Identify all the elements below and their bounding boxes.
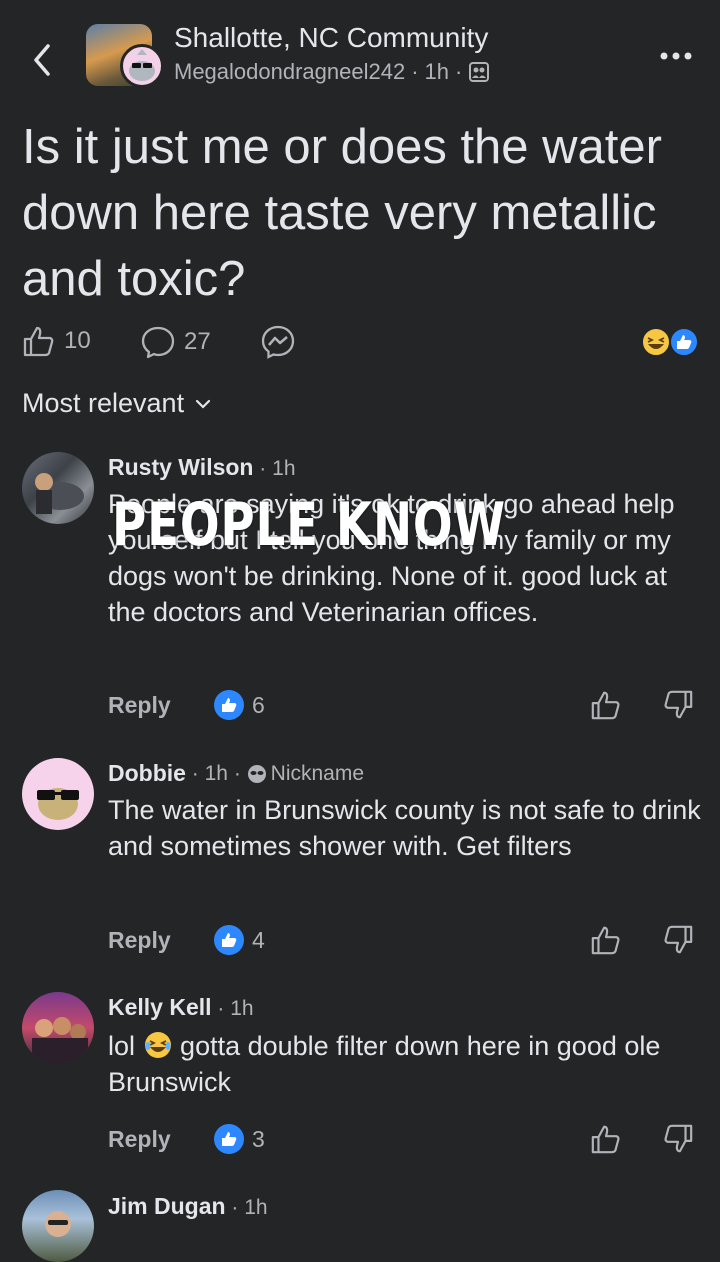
comment-text: The water in Brunswick county is not saf…	[108, 795, 701, 861]
post-time: 1h	[424, 59, 450, 84]
back-button[interactable]	[28, 40, 58, 80]
reaction-summary[interactable]	[640, 326, 700, 358]
comment-time: 1h	[230, 997, 254, 1020]
like-count: 10	[64, 327, 91, 354]
messenger-icon	[261, 325, 295, 359]
downvote-button[interactable]	[662, 1123, 694, 1155]
share-messenger-button[interactable]	[260, 324, 296, 360]
sort-dropdown[interactable]: Most relevant	[22, 388, 212, 419]
reply-button[interactable]: Reply	[108, 927, 171, 954]
like-badge-icon	[214, 925, 244, 955]
commenter-name[interactable]: Dobbie · 1h · Nickname	[108, 760, 364, 787]
commenter-name[interactable]: Kelly Kell · 1h	[108, 994, 254, 1021]
reply-button[interactable]: Reply	[108, 692, 171, 719]
comment-text: lol gotta double filter down here in goo…	[108, 1031, 661, 1097]
thumbs-up-icon	[23, 326, 54, 357]
chevron-left-icon	[34, 44, 50, 76]
upvote-button[interactable]	[590, 1123, 622, 1155]
commenter-name[interactable]: Rusty Wilson · 1h	[108, 454, 296, 481]
thumbs-down-icon	[664, 1124, 693, 1153]
members-icon	[469, 62, 490, 82]
sort-label: Most relevant	[22, 388, 185, 418]
like-badge-icon	[214, 690, 244, 720]
thumbs-up-icon	[591, 1125, 620, 1154]
comment-likes[interactable]: 6	[214, 690, 265, 720]
author-avatar[interactable]	[120, 44, 164, 88]
thumbs-down-icon	[664, 925, 693, 954]
thumbs-up-icon	[591, 691, 620, 720]
commenter-avatar[interactable]	[22, 1190, 94, 1262]
more-dots-icon	[660, 52, 692, 60]
chevron-down-icon	[195, 399, 211, 409]
more-options-button[interactable]	[656, 46, 696, 66]
group-name[interactable]: Shallotte, NC Community	[174, 22, 488, 54]
post-comment-button[interactable]: 27	[140, 324, 211, 360]
commenter-name[interactable]: Jim Dugan · 1h	[108, 1193, 268, 1220]
comment-time: 1h	[204, 761, 228, 785]
thumbs-up-icon	[591, 926, 620, 955]
comment-bubble-icon	[141, 326, 175, 359]
mask-icon	[247, 764, 266, 783]
post-meta: Megalodondragneel242 · 1h ·	[174, 59, 490, 85]
laughing-emoji-icon	[144, 1032, 171, 1058]
author-name[interactable]: Megalodondragneel242	[174, 59, 405, 85]
commenter-avatar[interactable]	[22, 452, 94, 524]
like-badge-icon	[214, 1124, 244, 1154]
post-title: Is it just me or does the water down her…	[22, 120, 662, 306]
commenter-avatar[interactable]	[22, 992, 94, 1064]
thumbs-down-icon	[664, 690, 693, 719]
nickname-badge: Nickname	[247, 762, 364, 786]
haha-reaction-icon	[641, 327, 699, 357]
comment-like-count: 3	[252, 1125, 265, 1152]
post-like-button[interactable]: 10	[22, 324, 91, 358]
upvote-button[interactable]	[590, 924, 622, 956]
comment-count: 27	[184, 328, 211, 355]
comment-time: 1h	[272, 457, 296, 480]
commenter-avatar[interactable]	[22, 758, 94, 830]
overlay-caption: PEOPLE KNOW	[112, 490, 506, 560]
downvote-button[interactable]	[662, 689, 694, 721]
comment-like-count: 4	[252, 926, 265, 953]
comment-likes[interactable]: 4	[214, 925, 265, 955]
comment-time: 1h	[244, 1196, 268, 1219]
downvote-button[interactable]	[662, 924, 694, 956]
reply-button[interactable]: Reply	[108, 1126, 171, 1153]
upvote-button[interactable]	[590, 689, 622, 721]
comment-like-count: 6	[252, 691, 265, 718]
comment-likes[interactable]: 3	[214, 1124, 265, 1154]
